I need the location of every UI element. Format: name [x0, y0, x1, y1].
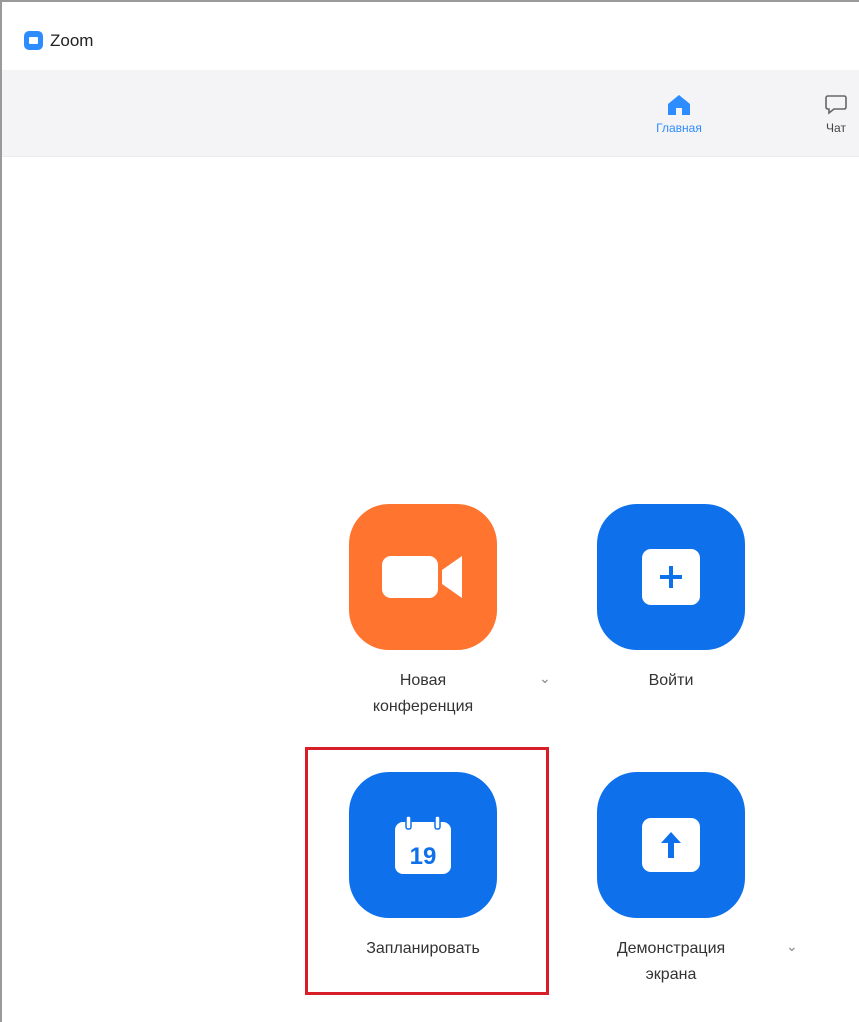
tab-chat[interactable]: Чат: [814, 70, 858, 156]
join-label: Войти: [648, 672, 694, 689]
tab-bar: Главная Чат: [2, 70, 859, 157]
app-title: Zoom: [50, 31, 94, 50]
tab-home-label: Главная: [656, 121, 702, 135]
share-screen-label-line2: экрана: [645, 966, 697, 983]
new-meeting-label-line1: Новая: [399, 672, 447, 689]
tab-home[interactable]: Главная: [648, 70, 710, 156]
new-meeting-button[interactable]: [349, 504, 497, 650]
home-icon: [668, 95, 690, 115]
zoom-window: Zoom Главная Чат Новая конференция ⌄ Вой…: [0, 0, 859, 1022]
share-screen-button[interactable]: [597, 772, 745, 918]
share-screen-action[interactable]: Демонстрация экрана: [596, 772, 746, 988]
schedule-highlight-frame: [305, 747, 549, 995]
tab-chat-label: Чат: [826, 121, 846, 135]
chat-icon: [825, 95, 847, 115]
share-screen-arrow-icon: [642, 818, 700, 872]
plus-icon: [642, 549, 700, 605]
new-meeting-action[interactable]: Новая конференция: [348, 504, 498, 720]
new-meeting-dropdown-icon[interactable]: ⌄: [539, 670, 551, 687]
share-screen-label-line1: Демонстрация: [616, 940, 726, 957]
zoom-logo-icon: [24, 31, 43, 50]
video-camera-icon: [382, 556, 462, 598]
join-button[interactable]: [597, 504, 745, 650]
join-action[interactable]: Войти: [596, 504, 746, 694]
share-screen-dropdown-icon[interactable]: ⌄: [786, 938, 798, 955]
new-meeting-label-line2: конференция: [372, 698, 474, 715]
title-bar: Zoom: [2, 2, 859, 70]
